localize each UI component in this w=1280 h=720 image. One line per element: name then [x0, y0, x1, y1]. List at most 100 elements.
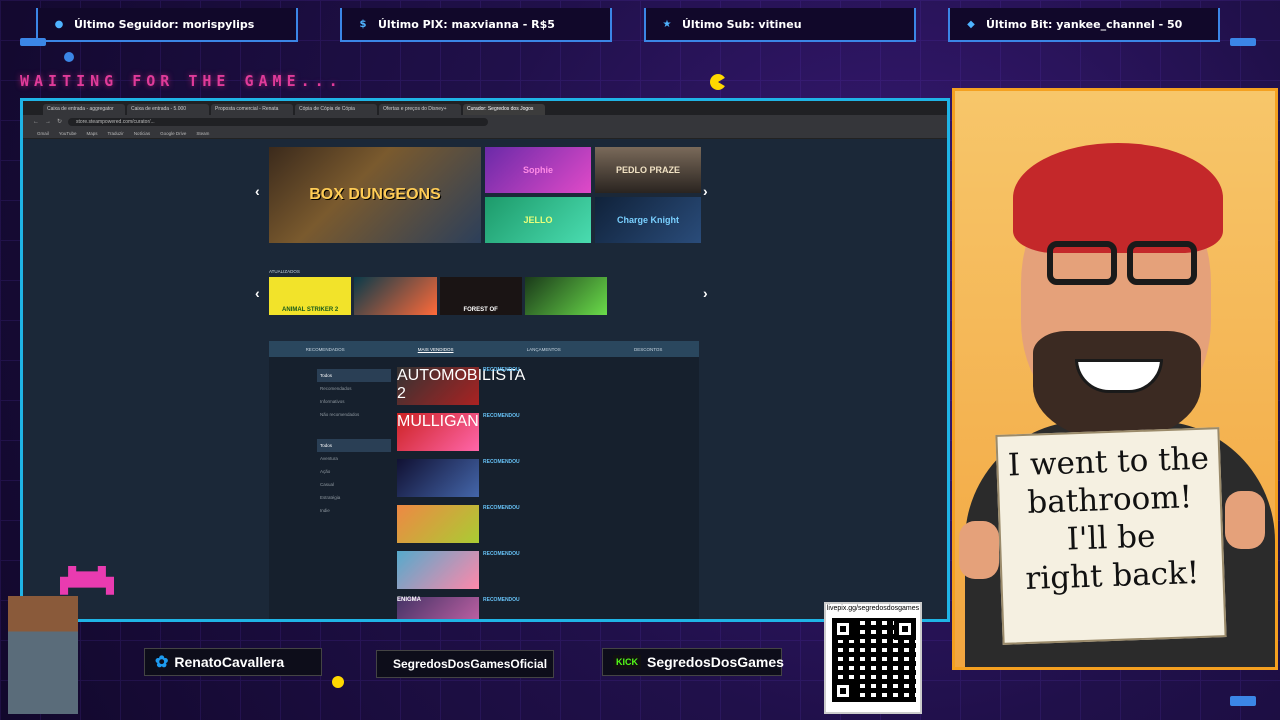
filter-item[interactable]: Não recomendados	[317, 408, 391, 421]
corner-decoration	[1230, 696, 1256, 706]
bookmark[interactable]: Gmail	[37, 131, 49, 136]
reload-icon[interactable]: ↻	[57, 118, 62, 125]
carousel-next-icon[interactable]: ›	[703, 183, 708, 199]
alert-last-follower: ● Último Seguidor: morispylips	[36, 8, 298, 42]
bookmark[interactable]: Traduzir	[107, 131, 123, 136]
filter-item[interactable]: Estratégia	[317, 491, 391, 504]
filter-item[interactable]: Todos	[317, 439, 391, 452]
qr-url: livepix.gg/segredosdosgames	[826, 605, 920, 612]
alert-last-sub: ★ Último Sub: vitineu	[644, 8, 916, 42]
qr-finder	[832, 680, 854, 702]
recommendations-panel: Todos Recomendados Informativos Não reco…	[269, 357, 699, 619]
sign-line: bathroom!	[1026, 479, 1193, 521]
featured-tile[interactable]: Sophie	[485, 147, 591, 193]
back-icon[interactable]: ←	[33, 119, 39, 125]
filter-item[interactable]: Aventura	[317, 452, 391, 465]
star-decoration	[332, 676, 344, 688]
bookmark[interactable]: Notícias	[134, 131, 150, 136]
browser-tab[interactable]: Caixa de entrada - aggregator	[43, 104, 125, 115]
rec-image	[397, 459, 479, 497]
instagram-handle[interactable]: SegredosDosGamesOficial	[376, 650, 554, 678]
rec-label: RECOMENDOU	[483, 367, 520, 373]
diamond-icon: ◆	[967, 18, 975, 30]
browser-tab[interactable]: Ofertas e preços do Disney+	[379, 104, 461, 115]
list-item[interactable]: AUTOMOBILISTA 2 RECOMENDOU	[397, 367, 657, 413]
twitter-handle[interactable]: ✿ RenatoCavallera	[144, 648, 322, 676]
tab-descontos[interactable]: DESCONTOS	[634, 347, 662, 352]
rec-label: RECOMENDOU	[483, 505, 520, 511]
bookmark[interactable]: Maps	[86, 131, 97, 136]
carousel-prev-icon[interactable]: ‹	[255, 183, 260, 199]
filter-item[interactable]: Indie	[317, 504, 391, 517]
filter-item[interactable]: Informativos	[317, 395, 391, 408]
featured-tile[interactable]: JELLO	[485, 197, 591, 243]
rec-label: RECOMENDOU	[483, 459, 520, 465]
browser-tab[interactable]: Cópia de Cópia de Cópia	[295, 104, 377, 115]
tab-lancamentos[interactable]: LANÇAMENTOS	[527, 347, 561, 352]
browser-tab-active[interactable]: Curador: Segredos dos Jogos	[463, 104, 545, 115]
featured-main-game[interactable]: BOX DUNGEONS	[269, 147, 481, 243]
qr-code-panel: livepix.gg/segredosdosgames	[824, 602, 922, 714]
featured-tile[interactable]: PEDLO PRAZE	[595, 147, 701, 193]
alert-pix-text: Último PIX: maxvianna - R$5	[378, 17, 555, 31]
bookmark[interactable]: Steam	[196, 131, 209, 136]
alert-follower-text: Último Seguidor: morispylips	[74, 17, 255, 31]
kick-handle[interactable]: KICK SegredosDosGames	[602, 648, 784, 676]
alert-sub-text: Último Sub: vitineu	[682, 17, 802, 31]
list-item[interactable]: RECOMENDOU	[397, 505, 657, 551]
address-bar[interactable]: store.steampowered.com/curator/...	[68, 117, 489, 126]
store-tabs: RECOMENDADOS MAIS VENDIDOS LANÇAMENTOS D…	[269, 341, 699, 357]
filter-item[interactable]: Todos	[317, 369, 391, 382]
game-capsule[interactable]: FOREST OF	[439, 277, 522, 315]
character-bandana	[1013, 143, 1223, 253]
alert-last-bit: ◆ Último Bit: yankee_channel - 50	[948, 8, 1220, 42]
recommendation-list: AUTOMOBILISTA 2 RECOMENDOU MULLIGAN RECO…	[397, 367, 657, 619]
bookmarks-bar: Gmail YouTube Maps Traduzir Notícias Goo…	[23, 128, 947, 139]
corner-decoration	[1230, 38, 1256, 46]
list-item[interactable]: RECOMENDOU	[397, 551, 657, 597]
list-item[interactable]: MULLIGAN RECOMENDOU	[397, 413, 657, 459]
user-icon: ●	[54, 18, 64, 30]
qr-finder	[832, 618, 854, 640]
game-capsule[interactable]	[354, 277, 437, 315]
waiting-text: WAITING FOR THE GAME...	[20, 72, 343, 90]
twitter-icon: ✿	[155, 654, 169, 671]
socials-bar: ✿ RenatoCavallera SegredosDosGamesOficia…	[90, 628, 820, 698]
forward-icon[interactable]: →	[45, 119, 51, 125]
filter-item[interactable]: Recomendados	[317, 382, 391, 395]
filter-spacer	[317, 421, 391, 439]
row-next-icon[interactable]: ›	[703, 285, 708, 301]
rec-label: RECOMENDOU	[483, 413, 520, 419]
list-item[interactable]: ENIGMA RECOMENDOU	[397, 597, 657, 619]
browser-tab[interactable]: Proposta comercial - Renata	[211, 104, 293, 115]
list-item[interactable]: RECOMENDOU	[397, 459, 657, 505]
bookmark[interactable]: YouTube	[59, 131, 77, 136]
star-icon: ★	[662, 18, 672, 30]
game-screen-capture: Caixa de entrada - aggregator Caixa de e…	[20, 98, 950, 622]
dot-decoration	[64, 52, 74, 62]
bookmark[interactable]: Google Drive	[160, 131, 186, 136]
instagram-text: SegredosDosGamesOficial	[393, 657, 548, 671]
pixel-character	[8, 596, 78, 714]
game-capsule[interactable]: ANIMAL STRIKER 2	[269, 277, 352, 315]
tab-mais-vendidos[interactable]: MAIS VENDIDOS	[418, 347, 454, 352]
character-hand	[1225, 491, 1265, 549]
character-glasses	[1047, 241, 1197, 285]
browser-tab[interactable]: Caixa de entrada - 5.000	[127, 104, 209, 115]
qr-finder	[894, 618, 916, 640]
filter-item[interactable]: Casual	[317, 478, 391, 491]
row-prev-icon[interactable]: ‹	[255, 285, 260, 301]
game-capsule[interactable]	[524, 277, 607, 315]
rec-label: RECOMENDOU	[483, 597, 520, 603]
featured-carousel: BOX DUNGEONS Sophie PEDLO PRAZE JELLO Ch…	[269, 147, 701, 243]
rec-image	[397, 551, 479, 589]
rec-label: RECOMENDOU	[483, 551, 520, 557]
kick-text: SegredosDosGames	[647, 654, 784, 670]
rec-image: ENIGMA	[397, 597, 479, 619]
rec-image: MULLIGAN	[397, 413, 479, 451]
tab-recomendados[interactable]: RECOMENDADOS	[306, 347, 345, 352]
filter-list: Todos Recomendados Informativos Não reco…	[317, 369, 391, 517]
filter-item[interactable]: Ação	[317, 465, 391, 478]
kick-icon: KICK	[613, 655, 641, 669]
featured-tile[interactable]: Charge Knight	[595, 197, 701, 243]
